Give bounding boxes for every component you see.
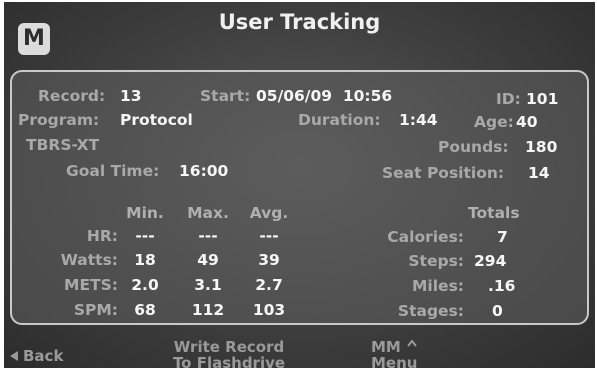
goal-time-value: 16:00 <box>179 162 229 180</box>
stat-label-hr: HR: <box>86 227 118 245</box>
mm-line1-wrap: MM <box>371 339 417 355</box>
stat-watts-min: 18 <box>134 251 156 269</box>
record-label: Record: <box>38 87 106 105</box>
pounds-value: 180 <box>525 138 558 156</box>
id-value: 101 <box>526 90 559 108</box>
totals-label-stages: Stages: <box>397 302 464 320</box>
start-label: Start: <box>200 87 251 105</box>
totals-label-calories: Calories: <box>387 228 464 246</box>
stat-hr-min: --- <box>135 227 155 245</box>
write-record-line2: To Flashdrive <box>172 354 286 368</box>
stat-hr-avg: --- <box>259 227 279 245</box>
page-title: User Tracking <box>218 10 381 34</box>
goal-time-label: Goal Time: <box>66 162 160 180</box>
totals-value-steps: 294 <box>474 252 507 270</box>
column-header-min: Min. <box>126 204 164 222</box>
stat-mets-max: 3.1 <box>194 276 222 294</box>
seat-position-label: Seat Position: <box>382 164 505 182</box>
totals-label-miles: Miles: <box>412 277 464 295</box>
column-header-avg: Avg. <box>249 204 289 222</box>
totals-header: Totals <box>468 204 520 222</box>
totals-value-calories: 7 <box>497 228 508 246</box>
stat-mets-min: 2.0 <box>131 276 159 294</box>
age-value: 40 <box>516 113 538 131</box>
totals-label-steps: Steps: <box>408 252 464 270</box>
screen: M User Tracking Record: 13 Start: 05/06/… <box>4 2 595 368</box>
stat-label-spm: SPM: <box>73 301 118 319</box>
stat-spm-min: 68 <box>134 301 156 319</box>
mm-line1: MM <box>371 338 401 356</box>
start-value: 05/06/09 10:56 <box>256 87 393 105</box>
stat-label-watts: Watts: <box>60 251 118 269</box>
stat-mets-avg: 2.7 <box>255 276 283 294</box>
stat-hr-max: --- <box>198 227 218 245</box>
duration-value: 1:44 <box>399 111 438 129</box>
totals-value-stages: 0 <box>492 302 503 320</box>
stat-watts-max: 49 <box>197 251 219 269</box>
stat-label-mets: METS: <box>64 276 118 294</box>
program-label: Program: <box>18 111 100 129</box>
write-record-line1: Write Record <box>173 338 285 356</box>
program-value: Protocol <box>120 111 193 129</box>
stat-spm-max: 112 <box>191 301 225 319</box>
back-button[interactable]: Back <box>10 348 63 364</box>
id-label: ID: <box>496 90 521 108</box>
totals-value-miles: .16 <box>488 277 516 295</box>
stat-watts-avg: 39 <box>258 251 280 269</box>
triangle-left-icon <box>10 351 18 361</box>
mm-line2: Menu <box>371 354 418 368</box>
record-value: 13 <box>120 87 142 105</box>
duration-label: Duration: <box>298 111 381 129</box>
back-label: Back <box>23 347 64 365</box>
seat-position-value: 14 <box>528 164 550 182</box>
age-label: Age: <box>474 113 514 131</box>
stat-spm-avg: 103 <box>252 301 286 319</box>
column-header-max: Max. <box>187 204 229 222</box>
caret-up-icon <box>407 340 417 347</box>
program-line2: TBRS-XT <box>26 136 100 154</box>
pounds-label: Pounds: <box>438 138 509 156</box>
